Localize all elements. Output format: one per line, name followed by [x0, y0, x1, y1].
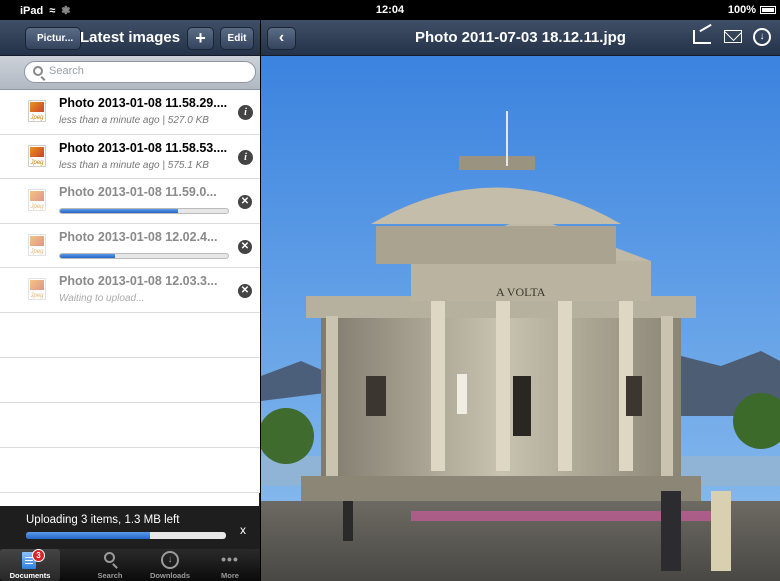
- battery-percent: 100%: [727, 4, 756, 16]
- search-field[interactable]: [24, 61, 256, 83]
- search-input[interactable]: [49, 65, 244, 77]
- tab-more[interactable]: ••• More: [200, 549, 260, 581]
- jpeg-file-icon: Jpeg: [28, 233, 46, 256]
- empty-row: [0, 447, 260, 493]
- photo-inscription: A VOLTA: [496, 285, 546, 299]
- photo-image[interactable]: A VOLTA: [261, 56, 780, 581]
- upload-progress-bar: [59, 252, 229, 259]
- file-name: Photo 2013-01-08 12.03.3...: [59, 274, 218, 288]
- file-name: Photo 2013-01-08 12.02.4...: [59, 229, 218, 244]
- jpeg-file-icon: Jpeg: [28, 100, 46, 122]
- jpeg-file-icon: Jpeg: [28, 144, 46, 167]
- documents-badge: 3: [32, 549, 45, 562]
- file-status: Waiting to upload...: [59, 293, 145, 304]
- cancel-upload-icon[interactable]: ✕: [238, 239, 252, 254]
- back-button[interactable]: Pictur...: [25, 27, 82, 50]
- search-icon: [33, 66, 43, 76]
- mail-icon[interactable]: [724, 30, 742, 43]
- upload-status-bar: Uploading 3 items, 1.3 MB left x: [0, 506, 260, 549]
- cancel-upload-icon[interactable]: ✕: [238, 195, 252, 209]
- status-right: 100%: [728, 4, 776, 16]
- share-icon[interactable]: [693, 30, 711, 44]
- cancel-upload-icon[interactable]: ✕: [238, 284, 252, 298]
- download-icon[interactable]: ↓: [753, 28, 771, 46]
- search-bar: [0, 56, 260, 90]
- close-upload-status-button[interactable]: x: [240, 523, 246, 537]
- tab-downloads[interactable]: ↓ Downloads: [140, 549, 200, 581]
- tab-label: More: [221, 571, 239, 580]
- jpeg-file-icon: Jpeg: [28, 278, 46, 300]
- file-name: Photo 2013-01-08 11.58.29....: [59, 96, 228, 110]
- list-item[interactable]: Jpeg Photo 2013-01-08 11.58.29.... less …: [0, 90, 260, 135]
- upload-status-text: Uploading 3 items, 1.3 MB left: [26, 514, 180, 526]
- tab-documents[interactable]: 3 Documents: [0, 549, 60, 581]
- empty-row: [0, 312, 260, 358]
- tab-label: Downloads: [149, 571, 190, 580]
- image-viewer-panel: ‹ Photo 2011-07-03 18.12.11.jpg ↓ A VOLT…: [261, 20, 780, 581]
- ipad-screen: iPad ≈ ❃ 12:04 100% Pictur... Latest ima…: [0, 0, 780, 581]
- tab-label: Search: [97, 571, 123, 580]
- upload-progress-bar: [59, 208, 229, 214]
- left-nav-bar: Pictur... Latest images + Edit: [0, 20, 260, 56]
- empty-row: [0, 357, 260, 403]
- file-list-panel: Pictur... Latest images + Edit Jpeg Phot…: [0, 20, 260, 581]
- page-title: Latest images: [80, 29, 181, 46]
- file-name: Photo 2013-01-08 11.59.0...: [59, 185, 217, 199]
- tab-label: Documents: [9, 571, 51, 580]
- status-bar: iPad ≈ ❃ 12:04 100%: [0, 0, 780, 20]
- status-time: 12:04: [375, 4, 405, 16]
- search-icon: [104, 552, 115, 563]
- file-name: Photo 2013-01-08 11.58.53....: [59, 140, 228, 155]
- tab-bar: 3 Documents Search ↓ Downloads ••• More: [0, 549, 260, 581]
- tab-search[interactable]: Search: [80, 549, 140, 581]
- jpeg-file-icon: Jpeg: [28, 189, 46, 211]
- file-meta: less than a minute ago | 527.0 KB: [59, 115, 209, 126]
- download-icon: ↓: [161, 551, 179, 569]
- more-icon: •••: [221, 551, 239, 567]
- list-item[interactable]: Jpeg Photo 2013-01-08 12.03.3... Waiting…: [0, 268, 260, 313]
- list-item[interactable]: Jpeg Photo 2013-01-08 12.02.4... ✕: [0, 223, 260, 268]
- info-icon[interactable]: i: [238, 105, 253, 120]
- viewer-nav-bar: ‹ Photo 2011-07-03 18.12.11.jpg ↓: [261, 20, 780, 56]
- file-meta: less than a minute ago | 575.1 KB: [59, 159, 209, 171]
- total-upload-progress-bar: [26, 532, 226, 539]
- battery-icon: [760, 6, 776, 14]
- add-button[interactable]: +: [187, 27, 214, 50]
- info-icon[interactable]: i: [238, 149, 253, 165]
- empty-row: [0, 402, 260, 448]
- list-item[interactable]: Jpeg Photo 2013-01-08 11.58.53.... less …: [0, 134, 260, 179]
- edit-button[interactable]: Edit: [220, 27, 254, 50]
- file-list: Jpeg Photo 2013-01-08 11.58.29.... less …: [0, 90, 260, 493]
- list-item[interactable]: Jpeg Photo 2013-01-08 11.59.0... ✕: [0, 179, 260, 224]
